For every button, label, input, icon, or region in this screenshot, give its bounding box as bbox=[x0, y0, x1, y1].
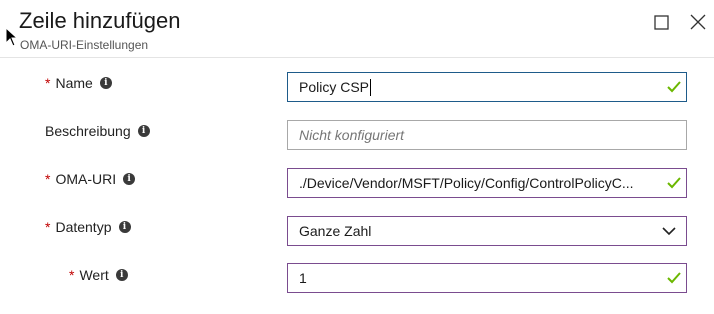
value-label-text: Wert bbox=[79, 267, 109, 283]
dialog-header: Zeile hinzufügen OMA-URI-Einstellungen bbox=[0, 0, 714, 58]
name-label: * Name i bbox=[45, 75, 112, 91]
datatype-select[interactable]: Ganze Zahl bbox=[287, 216, 687, 246]
checkmark-icon bbox=[667, 81, 681, 93]
datatype-selected-value: Ganze Zahl bbox=[299, 223, 372, 239]
description-field[interactable]: Nicht konfiguriert bbox=[287, 120, 687, 150]
required-marker: * bbox=[45, 171, 51, 187]
value-label: * Wert i bbox=[69, 267, 128, 283]
oma-uri-label-text: OMA-URI bbox=[55, 171, 117, 187]
datatype-label-text: Datentyp bbox=[55, 219, 112, 235]
required-marker: * bbox=[45, 219, 51, 235]
checkmark-icon bbox=[667, 177, 681, 189]
name-label-text: Name bbox=[55, 75, 93, 91]
maximize-button[interactable] bbox=[652, 12, 672, 32]
close-icon bbox=[688, 12, 708, 32]
text-caret bbox=[370, 78, 372, 96]
oma-uri-field[interactable]: ./Device/Vendor/MSFT/Policy/Config/Contr… bbox=[287, 168, 687, 198]
info-icon[interactable]: i bbox=[123, 173, 136, 185]
required-marker: * bbox=[69, 267, 75, 283]
dialog-subtitle: OMA-URI-Einstellungen bbox=[20, 38, 149, 52]
checkmark-icon bbox=[667, 272, 681, 284]
name-field-value: Policy CSP bbox=[299, 79, 370, 95]
info-icon[interactable]: i bbox=[118, 221, 131, 233]
value-field[interactable]: 1 bbox=[287, 263, 687, 293]
datatype-label: * Datentyp i bbox=[45, 219, 131, 235]
info-icon[interactable]: i bbox=[115, 269, 128, 281]
mouse-cursor-icon bbox=[5, 27, 19, 47]
dialog-title: Zeile hinzufügen bbox=[19, 8, 181, 33]
value-field-value: 1 bbox=[299, 270, 307, 286]
chevron-down-icon bbox=[662, 227, 676, 236]
description-placeholder: Nicht konfiguriert bbox=[299, 127, 405, 143]
description-label-text: Beschreibung bbox=[45, 123, 131, 139]
info-icon[interactable]: i bbox=[137, 125, 150, 137]
oma-uri-field-value: ./Device/Vendor/MSFT/Policy/Config/Contr… bbox=[299, 175, 634, 191]
maximize-icon bbox=[652, 12, 672, 32]
description-label: Beschreibung i bbox=[45, 123, 150, 139]
info-icon[interactable]: i bbox=[99, 77, 112, 89]
required-marker: * bbox=[45, 75, 51, 91]
oma-uri-label: * OMA-URI i bbox=[45, 171, 136, 187]
close-button[interactable] bbox=[688, 12, 708, 32]
name-field[interactable]: Policy CSP bbox=[287, 72, 687, 102]
